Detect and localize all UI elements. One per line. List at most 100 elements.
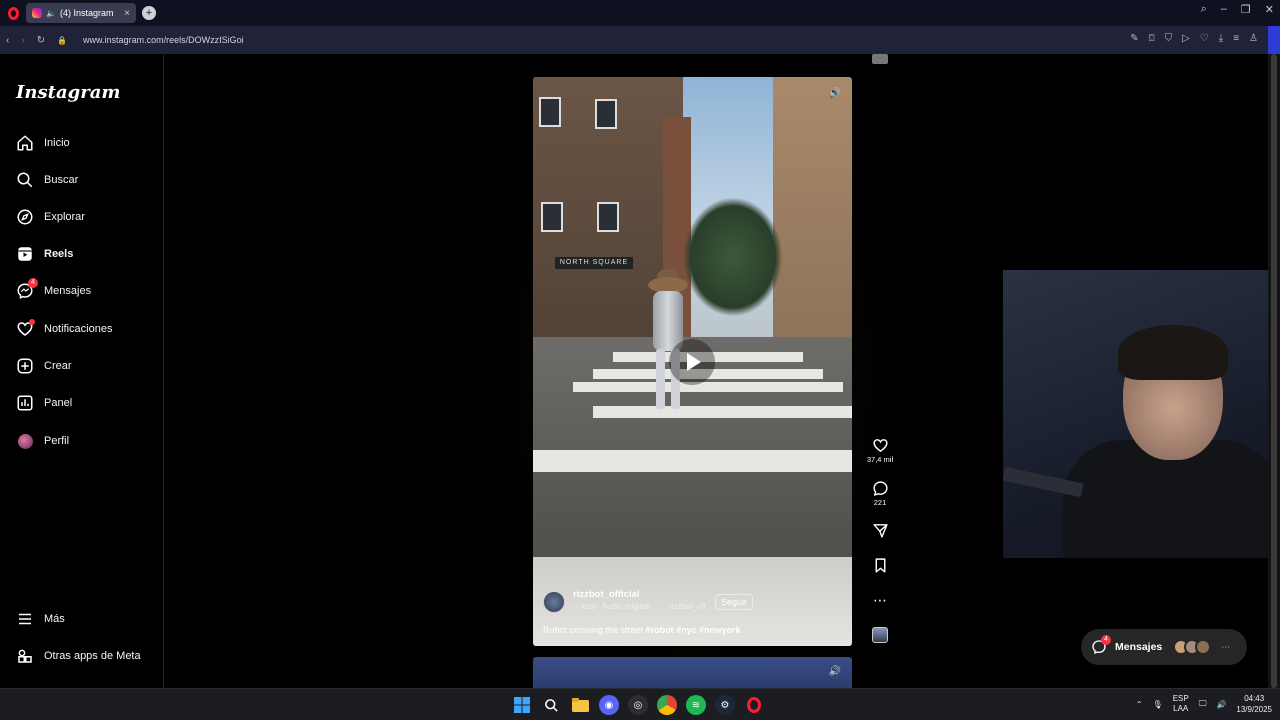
volume-icon[interactable]: 🔊 <box>826 85 844 103</box>
sidebar-item-notificaciones[interactable]: Notificaciones <box>16 319 113 338</box>
caption-hashtags[interactable]: #robot #nyc #newyork <box>646 625 741 635</box>
sidebar-item-reels[interactable]: Reels <box>16 245 73 263</box>
follow-button[interactable]: Seguir <box>715 594 754 610</box>
sidebar-item-label: Más <box>44 613 65 625</box>
heart-icon <box>16 319 35 338</box>
sidebar-item-panel[interactable]: Panel <box>16 394 72 412</box>
lock-icon[interactable]: 🔒 <box>57 36 67 45</box>
avatar <box>16 432 34 450</box>
sidebar-item-label: Notificaciones <box>44 323 113 335</box>
menu-icon[interactable]: ≡ <box>1233 33 1239 44</box>
messages-pill-label: Mensajes <box>1115 641 1163 653</box>
forward-button[interactable]: › <box>21 35 24 46</box>
save-button[interactable] <box>865 556 895 574</box>
sidebar-item-mensajes[interactable]: 4 Mensajes <box>16 278 91 300</box>
crosswalk-stripe <box>533 450 852 472</box>
language-bottom: LAA <box>1173 704 1189 713</box>
download-icon[interactable]: ⤓ <box>1219 33 1223 44</box>
video-window <box>597 202 619 232</box>
messages-pill-badge: 4 <box>1101 635 1111 645</box>
sidebar-item-perfil[interactable]: Perfil <box>16 432 69 450</box>
play-button[interactable] <box>669 339 715 385</box>
clock[interactable]: 04:43 13/9/2025 <box>1236 693 1272 715</box>
more-options-button[interactable]: ⋯ <box>865 591 895 609</box>
reel-audio-user[interactable]: rizzbot_off <box>669 602 706 611</box>
sidebar-item-label: Reels <box>44 248 74 260</box>
sidebar-item-crear[interactable]: Crear <box>16 357 72 375</box>
reel-username[interactable]: rizzbot_official <box>573 589 640 600</box>
comment-count: 221 <box>873 498 887 507</box>
clock-time: 04:43 <box>1244 694 1265 703</box>
steam-icon[interactable]: ⚙ <box>715 695 735 715</box>
profile-icon[interactable]: ♙ <box>1249 33 1258 44</box>
minimize-button[interactable]: – <box>1221 3 1227 16</box>
volume-icon[interactable]: 🔊 <box>826 663 844 681</box>
address-bar-tools: ✎ ⌼ ⛉ ▷ ♡ ⤓ ≡ ♙ <box>1130 33 1258 44</box>
microphone-icon[interactable]: 🎙 <box>1153 700 1163 709</box>
sidebar-item-label: Otras apps de Meta <box>44 650 141 662</box>
restore-button[interactable]: ❐ <box>1241 3 1251 16</box>
shield-icon[interactable]: ⛉ <box>1165 33 1173 44</box>
video-sign: NORTH SQUARE <box>555 257 633 269</box>
opera-logo[interactable] <box>0 0 26 26</box>
obs-icon[interactable]: ◎ <box>628 695 648 715</box>
speaker-icon[interactable]: 🔈 <box>46 9 56 18</box>
like-button[interactable]: 37,4 mil <box>865 436 895 464</box>
tab-title: (4) Instagram <box>59 8 114 18</box>
spotify-icon[interactable]: ≋ <box>686 695 706 715</box>
reel-video[interactable]: NORTH SQUARE 🔊 rizzbot_official ♫ icial … <box>533 77 852 646</box>
scrollbar-thumb[interactable] <box>1271 54 1277 688</box>
close-window-button[interactable]: ✕ <box>1265 3 1274 16</box>
sidebar-item-label: Crear <box>44 360 72 372</box>
chart-icon <box>16 394 34 412</box>
instagram-favicon-icon <box>32 8 42 18</box>
network-icon[interactable]: 🖵 <box>1199 699 1207 709</box>
discord-icon[interactable]: ◉ <box>599 695 619 715</box>
sidebar-item-mas[interactable]: Más <box>16 610 65 628</box>
reload-button[interactable]: ↻ <box>37 35 45 46</box>
edit-icon[interactable]: ✎ <box>1130 33 1138 44</box>
search-icon[interactable] <box>541 695 561 715</box>
audio-thumbnail[interactable] <box>872 627 888 643</box>
address-bar-row: ‹ › ↻ 🔒 www.instagram.com/reels/DOWzzISi… <box>0 26 1280 54</box>
next-reel-preview[interactable]: 🔊 <box>533 657 852 688</box>
chevron-up-icon[interactable]: ⌃ <box>1136 700 1143 709</box>
heart-icon[interactable]: ♡ <box>1200 33 1209 44</box>
file-explorer-icon[interactable] <box>570 695 590 715</box>
sidebar-item-inicio[interactable]: Inicio <box>16 134 70 152</box>
chrome-icon[interactable] <box>657 695 677 715</box>
windows-taskbar: ◉ ◎ ≋ ⚙ ⌃ 🎙 ESP LAA 🖵 🔊 04:43 13/9/2025 <box>0 688 1280 720</box>
like-count: 37,4 mil <box>866 455 894 464</box>
crosswalk-stripe <box>593 406 852 418</box>
play-icon[interactable]: ▷ <box>1182 33 1190 44</box>
opera-icon[interactable] <box>744 695 764 715</box>
sidebar-item-buscar[interactable]: Buscar <box>16 171 78 189</box>
tab-close-icon[interactable]: × <box>124 8 130 19</box>
notification-dot <box>29 319 35 325</box>
back-button[interactable]: ‹ <box>6 35 9 46</box>
search-tabs-icon[interactable]: ⌕ <box>1201 3 1207 16</box>
volume-icon[interactable]: 🔊 <box>1216 700 1226 709</box>
sidebar-item-otras-apps[interactable]: Otras apps de Meta <box>16 647 141 665</box>
url-field[interactable]: www.instagram.com/reels/DOWzzISiGoi <box>83 35 244 45</box>
page-scrollbar[interactable] <box>1268 54 1280 688</box>
share-button[interactable] <box>865 521 895 539</box>
system-tray: ⌃ 🎙 ESP LAA 🖵 🔊 04:43 13/9/2025 <box>1136 693 1272 715</box>
reel-audio-label[interactable]: ♫ icial · Audio original <box>573 602 650 611</box>
windows-start-icon[interactable] <box>512 695 532 715</box>
instagram-sidebar: Instagram Inicio Buscar Explorar Reels 4… <box>0 54 164 688</box>
reel-author-avatar[interactable] <box>543 591 565 613</box>
language-indicator[interactable]: ESP LAA <box>1173 694 1189 714</box>
apps-icon <box>16 647 34 665</box>
new-tab-button[interactable]: + <box>142 6 156 20</box>
sidebar-toggle[interactable] <box>1268 26 1280 54</box>
video-window <box>595 99 617 129</box>
reel-audio-text: icial · Audio original <box>581 602 651 611</box>
camera-icon[interactable]: ⌼ <box>1149 33 1155 44</box>
messages-pill[interactable]: 4 Mensajes ⋯ <box>1081 629 1247 665</box>
sidebar-item-label: Explorar <box>44 211 85 223</box>
sidebar-item-explorar[interactable]: Explorar <box>16 208 85 226</box>
comment-button[interactable]: 221 <box>865 479 895 507</box>
browser-tab-instagram[interactable]: 🔈 (4) Instagram × <box>26 3 136 23</box>
instagram-logo[interactable]: Instagram <box>16 82 120 103</box>
